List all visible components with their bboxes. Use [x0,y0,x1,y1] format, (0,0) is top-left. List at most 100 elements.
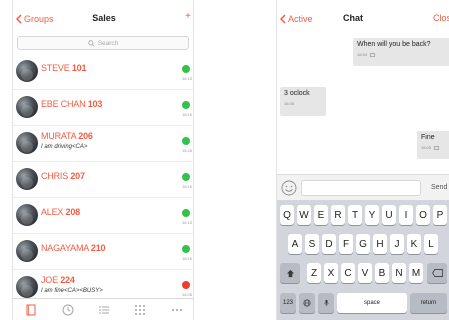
clock-icon [62,304,74,315]
key-t[interactable]: T [348,205,362,225]
keyboard-row-1: Q W E R T Y U I O P [277,205,449,227]
contact-row[interactable]: ALEX 208 16:15 [13,198,193,234]
keyboard: Q W E R T Y U I O P A S D F G H J K L Z … [277,200,449,320]
backspace-key[interactable] [427,263,447,283]
key-m[interactable]: M [409,263,423,283]
contact-row[interactable]: MURATA 206 I am driving<CA> 16:28 [13,126,193,162]
chat-screen: Active Chat Close When will you be back?… [276,0,449,320]
close-button[interactable]: Close [433,13,449,23]
key-d[interactable]: D [322,234,336,254]
contact-row[interactable]: NAGAYAMA 210 16:15 [13,234,193,270]
grid-icon [135,304,146,315]
presence-online-icon [182,245,190,253]
key-g[interactable]: G [356,234,370,254]
message-bubble: When will you be back? 16:34 [353,38,449,66]
more-dots-icon [171,308,182,311]
tab-more[interactable] [164,303,190,317]
contact-row[interactable]: STEVE 101 16:15 [13,54,193,90]
send-button[interactable]: Send [431,184,447,191]
contact-time: 16:28 [181,292,192,297]
contact-name: EBE CHAN 103 [41,99,103,109]
key-b[interactable]: B [375,263,389,283]
key-o[interactable]: O [416,205,430,225]
list-icon [99,305,109,314]
contact-time: 16:15 [181,256,192,261]
key-c[interactable]: C [341,263,355,283]
key-a[interactable]: A [288,234,302,254]
microphone-key[interactable] [318,293,334,313]
keyboard-row-3: Z X C V B N M [277,263,449,285]
contact-row[interactable]: EBE CHAN 103 16:15 [13,90,193,126]
contact-name: JOE 224 [41,275,75,285]
contact-row[interactable]: CHRIS 207 16:15 [13,162,193,198]
key-l[interactable]: L [424,234,438,254]
tab-grid[interactable] [127,303,153,317]
presence-online-icon [182,137,190,145]
search-input[interactable]: Search [17,36,189,50]
contact-name: CHRIS 207 [41,171,85,181]
contact-status: I am fine<CA><BUSY> [41,288,103,294]
presence-busy-icon [182,281,190,289]
key-u[interactable]: U [382,205,396,225]
presence-online-icon [182,101,190,109]
contact-time: 16:28 [181,148,192,153]
key-i[interactable]: I [399,205,413,225]
sales-screen: Groups Sales + Search STEVE 101 16:15 EB… [12,0,194,320]
numbers-key[interactable]: 123 [280,293,296,313]
read-receipt-icon [370,52,376,57]
message-text: 3 oclock [284,90,310,97]
key-k[interactable]: K [407,234,421,254]
tab-list[interactable] [91,303,117,317]
key-h[interactable]: H [373,234,387,254]
avatar [16,132,38,154]
contact-name: NAGAYAMA 210 [41,243,106,253]
key-v[interactable]: V [358,263,372,283]
message-composer: Send [277,174,449,200]
read-receipt-icon [434,145,440,150]
presence-online-icon [182,209,190,217]
avatar [16,204,38,226]
tab-bar [13,298,193,320]
tab-contacts[interactable] [18,303,44,317]
key-n[interactable]: N [392,263,406,283]
key-z[interactable]: Z [307,263,321,283]
microphone-icon [323,299,329,307]
key-r[interactable]: R [331,205,345,225]
contact-name: MURATA 206 [41,131,93,141]
message-bubble: Fine 16:00 [417,131,449,159]
tab-history[interactable] [55,303,81,317]
key-e[interactable]: E [314,205,328,225]
contact-time: 16:15 [181,76,192,81]
chat-nav-bar: Active Chat Close [277,0,449,32]
key-w[interactable]: W [297,205,311,225]
message-input[interactable] [301,180,421,196]
return-key[interactable]: return [410,293,447,313]
page-title: Sales [92,13,116,23]
page-title: Chat [343,13,363,23]
key-y[interactable]: Y [365,205,379,225]
key-x[interactable]: X [324,263,338,283]
message-time: 16:34 [357,52,368,57]
key-s[interactable]: S [305,234,319,254]
add-button[interactable]: + [185,11,191,22]
shift-key[interactable] [280,263,300,283]
search-icon [87,39,95,47]
emoji-icon[interactable] [281,180,297,196]
key-p[interactable]: P [433,205,447,225]
key-j[interactable]: J [390,234,404,254]
message-time: 16:35 [284,101,295,106]
key-f[interactable]: F [339,234,353,254]
sales-nav-bar: Groups Sales + [13,0,193,32]
globe-key[interactable] [299,293,315,313]
key-q[interactable]: Q [280,205,294,225]
avatar [16,60,38,82]
globe-icon [303,299,311,307]
contact-time: 16:15 [181,220,192,225]
avatar [16,96,38,118]
contacts-book-icon [26,304,36,315]
avatar [16,276,38,298]
contact-name: ALEX 208 [41,207,80,217]
space-key[interactable]: space [337,293,407,313]
contact-list: STEVE 101 16:15 EBE CHAN 103 16:15 MURAT… [13,54,193,306]
back-to-active-button[interactable]: Active [280,13,313,25]
